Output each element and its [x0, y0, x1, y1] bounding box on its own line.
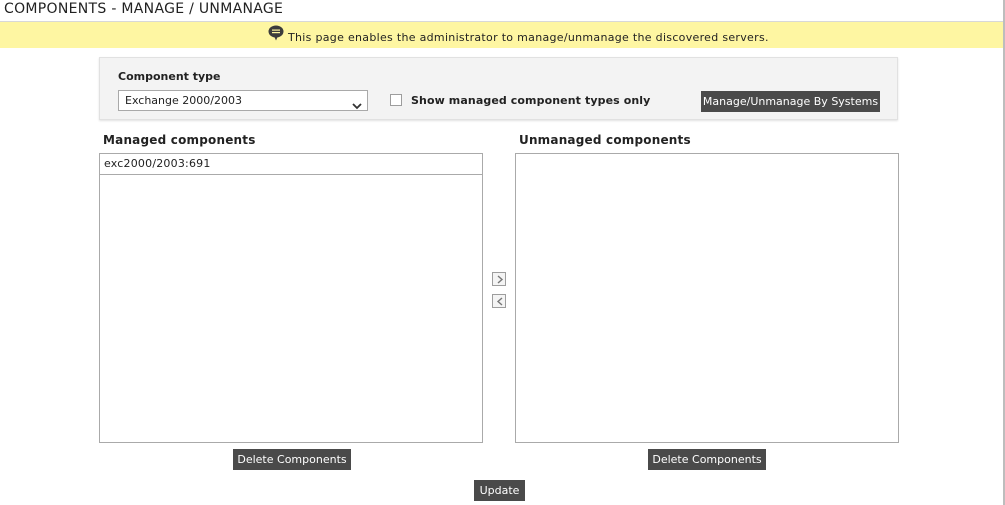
show-managed-checkbox[interactable]: [390, 94, 402, 106]
component-type-value: Exchange 2000/2003: [125, 94, 242, 107]
info-message: This page enables the administrator to m…: [288, 31, 769, 44]
move-left-button[interactable]: [492, 294, 506, 308]
comment-icon: [268, 25, 284, 41]
delete-managed-components-button[interactable]: Delete Components: [233, 449, 351, 470]
chevron-left-icon: [496, 297, 503, 306]
manage-by-systems-button[interactable]: Manage/Unmanage By Systems: [701, 91, 880, 112]
move-right-button[interactable]: [492, 272, 506, 286]
managed-components-list[interactable]: exc2000/2003:691: [99, 153, 483, 443]
component-type-select[interactable]: Exchange 2000/2003: [118, 90, 368, 111]
managed-components-title: Managed components: [103, 133, 256, 147]
chevron-right-icon: [497, 275, 504, 284]
show-managed-label: Show managed component types only: [411, 94, 651, 107]
chevron-down-icon: [352, 97, 362, 110]
delete-unmanaged-components-button[interactable]: Delete Components: [648, 449, 766, 470]
filter-panel: Component type Exchange 2000/2003 Show m…: [99, 57, 898, 120]
page-title: COMPONENTS - MANAGE / UNMANAGE: [4, 1, 284, 17]
unmanaged-components-title: Unmanaged components: [519, 133, 691, 147]
info-bar: This page enables the administrator to m…: [0, 22, 1003, 48]
unmanaged-components-list[interactable]: [515, 153, 899, 443]
component-type-label: Component type: [118, 70, 221, 83]
list-item[interactable]: exc2000/2003:691: [100, 154, 482, 175]
update-button[interactable]: Update: [474, 480, 525, 501]
